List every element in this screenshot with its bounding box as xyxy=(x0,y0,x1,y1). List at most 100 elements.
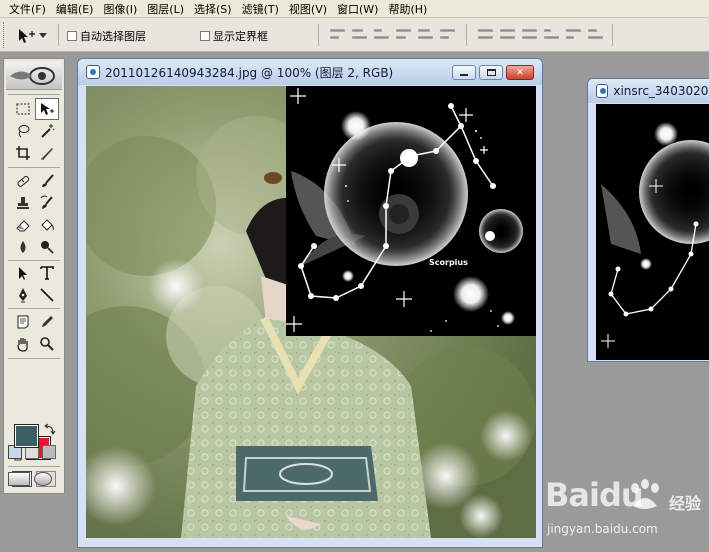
dodge-icon xyxy=(41,241,54,254)
document-canvas[interactable]: Scorpius xyxy=(86,86,536,538)
menu-window[interactable]: 窗口(W) xyxy=(332,1,383,17)
photoshop-document-icon xyxy=(596,84,609,98)
hand-tool[interactable] xyxy=(11,333,35,355)
eyedropper-tool[interactable] xyxy=(35,311,59,333)
menu-file[interactable]: 文件(F) xyxy=(4,1,51,17)
line-tool[interactable] xyxy=(35,284,59,306)
menu-layer[interactable]: 图层(L) xyxy=(142,1,189,17)
blur-icon xyxy=(20,241,26,253)
swap-colors-icon[interactable] xyxy=(44,423,56,435)
auto-select-checkbox[interactable]: 自动选择图层 xyxy=(67,28,146,44)
move-icon xyxy=(41,103,54,115)
align-top-icon[interactable] xyxy=(330,27,345,41)
paint-bucket-tool[interactable] xyxy=(35,214,59,236)
document-title: 20110126140943284.jpg @ 100% (图层 2, RGB) xyxy=(105,65,394,80)
jump-to-row xyxy=(8,470,60,488)
second-document-canvas[interactable] xyxy=(596,104,709,360)
blur-tool[interactable] xyxy=(11,236,35,258)
document-titlebar[interactable]: 20110126140943284.jpg @ 100% (图层 2, RGB)… xyxy=(78,59,542,85)
crop-tool[interactable] xyxy=(11,142,35,164)
imageready-eye-icon[interactable] xyxy=(34,472,52,486)
toolbox-separator xyxy=(8,260,60,261)
options-grip[interactable] xyxy=(3,22,6,48)
foreground-color-swatch[interactable] xyxy=(14,424,39,448)
toolbox-logo[interactable] xyxy=(6,62,62,90)
menu-view[interactable]: 视图(V) xyxy=(284,1,332,17)
menu-edit[interactable]: 编辑(E) xyxy=(51,1,99,17)
brush-icon xyxy=(42,174,54,187)
tool-preset-picker[interactable] xyxy=(16,26,52,46)
menu-select[interactable]: 选择(S) xyxy=(189,1,237,17)
options-divider xyxy=(612,24,613,46)
move-tool[interactable] xyxy=(35,98,59,120)
history-brush-icon xyxy=(40,195,53,209)
healing-brush-tool[interactable] xyxy=(11,170,35,192)
watermark-suffix: 经验 xyxy=(669,494,702,513)
auto-select-label: 自动选择图层 xyxy=(80,30,146,43)
type-icon xyxy=(40,266,54,280)
type-tool[interactable] xyxy=(35,262,59,284)
move-tool-icon xyxy=(19,29,35,43)
maximize-button[interactable] xyxy=(479,65,503,80)
tool-grid-vector xyxy=(11,262,59,306)
toolbox xyxy=(3,58,65,494)
distribute-hcenter-icon[interactable] xyxy=(566,27,581,41)
show-bounds-checkbox[interactable]: 显示定界框 xyxy=(200,28,268,44)
options-divider xyxy=(318,24,319,46)
tool-grid-nav xyxy=(11,311,59,355)
minimize-button[interactable] xyxy=(452,65,476,80)
full-screen-icon[interactable] xyxy=(42,445,56,459)
path-selection-tool[interactable] xyxy=(11,262,35,284)
distribute-top-icon[interactable] xyxy=(478,27,493,41)
tool-grid-selection xyxy=(11,98,59,164)
align-bottom-icon[interactable] xyxy=(374,27,389,41)
history-brush-tool[interactable] xyxy=(35,192,59,214)
second-document-title: xinsrc_34030203 xyxy=(613,84,709,98)
distribute-bottom-icon[interactable] xyxy=(522,27,537,41)
marquee-tool[interactable] xyxy=(11,98,35,120)
distribute-vcenter-icon[interactable] xyxy=(500,27,515,41)
slice-icon xyxy=(41,148,53,160)
brush-tool[interactable] xyxy=(35,170,59,192)
align-left-icon[interactable] xyxy=(396,27,411,41)
toolbox-separator xyxy=(8,94,60,95)
align-right-icon[interactable] xyxy=(440,27,455,41)
marquee-icon xyxy=(16,103,30,115)
second-document-titlebar[interactable]: xinsrc_34030203 xyxy=(588,79,709,103)
menu-filter[interactable]: 滤镜(T) xyxy=(237,1,284,17)
magic-wand-icon xyxy=(41,124,55,138)
scorpius-overlay: Scorpius xyxy=(286,86,536,336)
lasso-icon xyxy=(18,125,30,138)
second-canvas-image xyxy=(596,104,709,360)
distribute-left-icon[interactable] xyxy=(544,27,559,41)
show-bounds-box[interactable] xyxy=(200,31,210,41)
align-vcenter-icon[interactable] xyxy=(352,27,367,41)
menu-help[interactable]: 帮助(H) xyxy=(383,1,432,17)
align-hcenter-icon[interactable] xyxy=(418,27,433,41)
menu-image[interactable]: 图像(I) xyxy=(98,1,142,17)
pen-tool[interactable] xyxy=(11,284,35,306)
lasso-tool[interactable] xyxy=(11,120,35,142)
zoom-tool[interactable] xyxy=(35,333,59,355)
tool-grid-painting xyxy=(11,170,59,258)
eyedropper-icon xyxy=(42,316,53,327)
options-divider xyxy=(58,24,59,46)
toolbox-separator xyxy=(8,167,60,168)
magic-wand-tool[interactable] xyxy=(35,120,59,142)
auto-select-box[interactable] xyxy=(67,31,77,41)
notes-icon xyxy=(17,315,29,329)
healing-brush-icon xyxy=(17,175,30,187)
slice-tool[interactable] xyxy=(35,142,59,164)
jump-to-imageready-icon[interactable] xyxy=(8,472,30,486)
paint-bucket-icon xyxy=(41,219,54,231)
baidu-watermark: Baidu 经验 jingyan.baidu.com xyxy=(545,476,705,546)
close-button[interactable]: ✕ xyxy=(506,65,534,80)
window-controls: ✕ xyxy=(452,65,534,80)
clone-stamp-tool[interactable] xyxy=(11,192,35,214)
distribute-right-icon[interactable] xyxy=(588,27,603,41)
toolbox-separator xyxy=(8,466,60,467)
eraser-tool[interactable] xyxy=(11,214,35,236)
notes-tool[interactable] xyxy=(11,311,35,333)
dodge-tool[interactable] xyxy=(35,236,59,258)
crop-icon xyxy=(16,146,30,160)
